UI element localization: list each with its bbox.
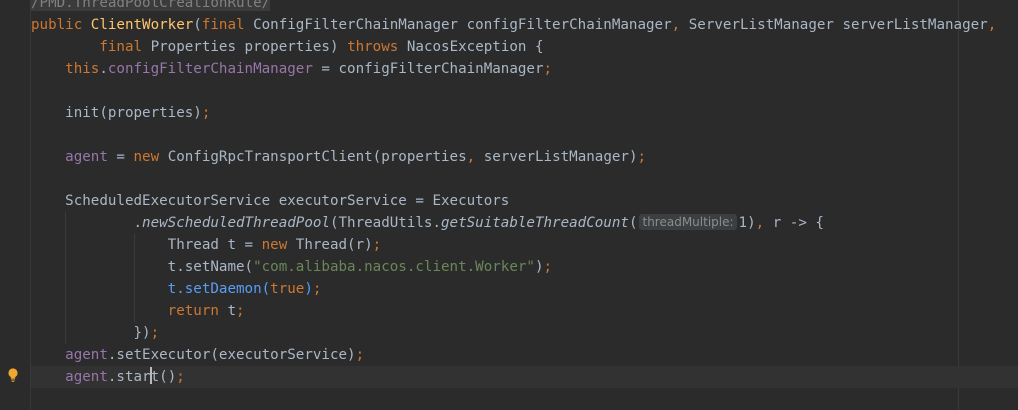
lightbulb-icon[interactable] [6,367,20,383]
code-token: ; [150,325,160,341]
code-token: Thread(r) [295,237,373,253]
parameter-hint: threadMultiple: [639,214,737,230]
code-token: ; [543,259,553,275]
code-line[interactable]: init(properties); [31,102,1018,124]
code-line[interactable]: Thread t = new Thread(r); [31,234,1018,256]
indent-guide [65,234,67,256]
code-token: configFilterChainManager [107,61,313,77]
code-token: .setExecutor(executorService) [107,347,356,363]
code-token: init(properties) [31,105,202,121]
code-token: ; [543,61,553,77]
code-token: ConfigRpcTransportClient(properties [167,149,467,165]
code-line[interactable]: t.setName("com.alibaba.nacos.client.Work… [31,256,1018,278]
code-token: , [755,215,773,231]
code-token: ServerListManager serverListManager [688,17,988,33]
code-line[interactable]: .newScheduledThreadPool(ThreadUtils.getS… [31,212,1018,234]
code-token: new [133,149,168,165]
editor-gutter [0,0,30,410]
code-token: = configFilterChainManager [312,61,544,77]
code-line[interactable]: }); [31,322,1018,344]
code-line[interactable] [31,80,1018,102]
code-token: }) [31,325,151,341]
code-token: , [671,17,689,33]
code-line[interactable]: final Properties properties) throws Naco… [31,36,1018,58]
code-token: newScheduledThreadPool [142,215,330,231]
code-token: . [31,215,143,231]
code-token: ScheduledExecutorService executorService… [31,193,510,209]
code-token: t [227,303,237,319]
code-token: ( [628,215,638,231]
code-token: new [261,237,296,253]
code-line[interactable]: ScheduledExecutorService executorService… [31,190,1018,212]
indent-guide [133,300,135,322]
code-token: ( [193,17,202,33]
indent-guide [133,234,135,256]
code-token: final [201,17,254,33]
code-token: , [987,17,997,33]
code-token: ; [355,347,365,363]
code-token: /PMD.ThreadPoolCreationRule/ [31,0,271,11]
code-line[interactable]: agent.setExecutor(executorService); [31,344,1018,366]
code-token: ) [534,259,544,275]
code-token: agent [65,347,108,363]
code-line[interactable]: public ClientWorker(final ConfigFilterCh… [31,14,1018,36]
code-token: ClientWorker [90,17,194,33]
code-line[interactable]: this.configFilterChainManager = configFi… [31,58,1018,80]
code-line[interactable] [31,388,1018,410]
indent-guide [65,322,67,344]
indent-guide [65,300,67,322]
code-token: , [466,149,484,165]
code-token: agent [65,149,108,165]
code-line[interactable]: agent = new ConfigRpcTransportClient(pro… [31,146,1018,168]
code-token: (ThreadUtils. [329,215,442,231]
indent-guide [65,212,67,234]
code-token: throws [347,39,407,55]
code-editor[interactable]: /PMD.ThreadPoolCreationRule/public Clien… [31,0,1018,410]
code-token: serverListManager) [483,149,638,165]
code-token: true [270,281,305,297]
code-token: this [65,61,100,77]
code-token: ; [372,237,382,253]
code-token: t.setDaemon( [167,281,271,297]
code-line[interactable]: return t; [31,300,1018,322]
code-token: ; [236,303,245,319]
code-token: agent [65,369,108,385]
code-token: getSuitableThreadCount [441,215,629,231]
code-token: Properties properties) [150,39,348,55]
code-token: 1) [738,215,756,231]
code-token: ; [312,281,322,297]
code-token: public [31,17,91,33]
code-token: . [99,61,108,77]
code-token: "com.alibaba.nacos.client.Worker" [253,259,535,275]
code-line[interactable]: agent.start(); [31,366,1018,388]
code-token: ; [637,149,647,165]
code-token: r -> { [772,215,824,231]
code-token: ; [201,105,211,121]
code-line[interactable] [31,124,1018,146]
indent-guide [133,256,135,278]
code-line[interactable]: /PMD.ThreadPoolCreationRule/ [31,0,1018,14]
code-token: = [107,149,134,165]
code-token: NacosException { [406,39,544,55]
code-token: return [167,303,228,319]
code-token: ConfigFilterChainManager configFilterCha… [253,17,672,33]
code-line[interactable] [31,168,1018,190]
code-line[interactable]: t.setDaemon(true); [31,278,1018,300]
code-token: .star [107,369,151,385]
code-token: ; [176,369,185,385]
code-token: t() [150,369,177,385]
indent-guide [65,256,67,278]
indent-guide [133,278,135,300]
indent-guide [65,278,67,300]
code-token: ) [304,281,313,297]
code-token: final [99,39,151,55]
